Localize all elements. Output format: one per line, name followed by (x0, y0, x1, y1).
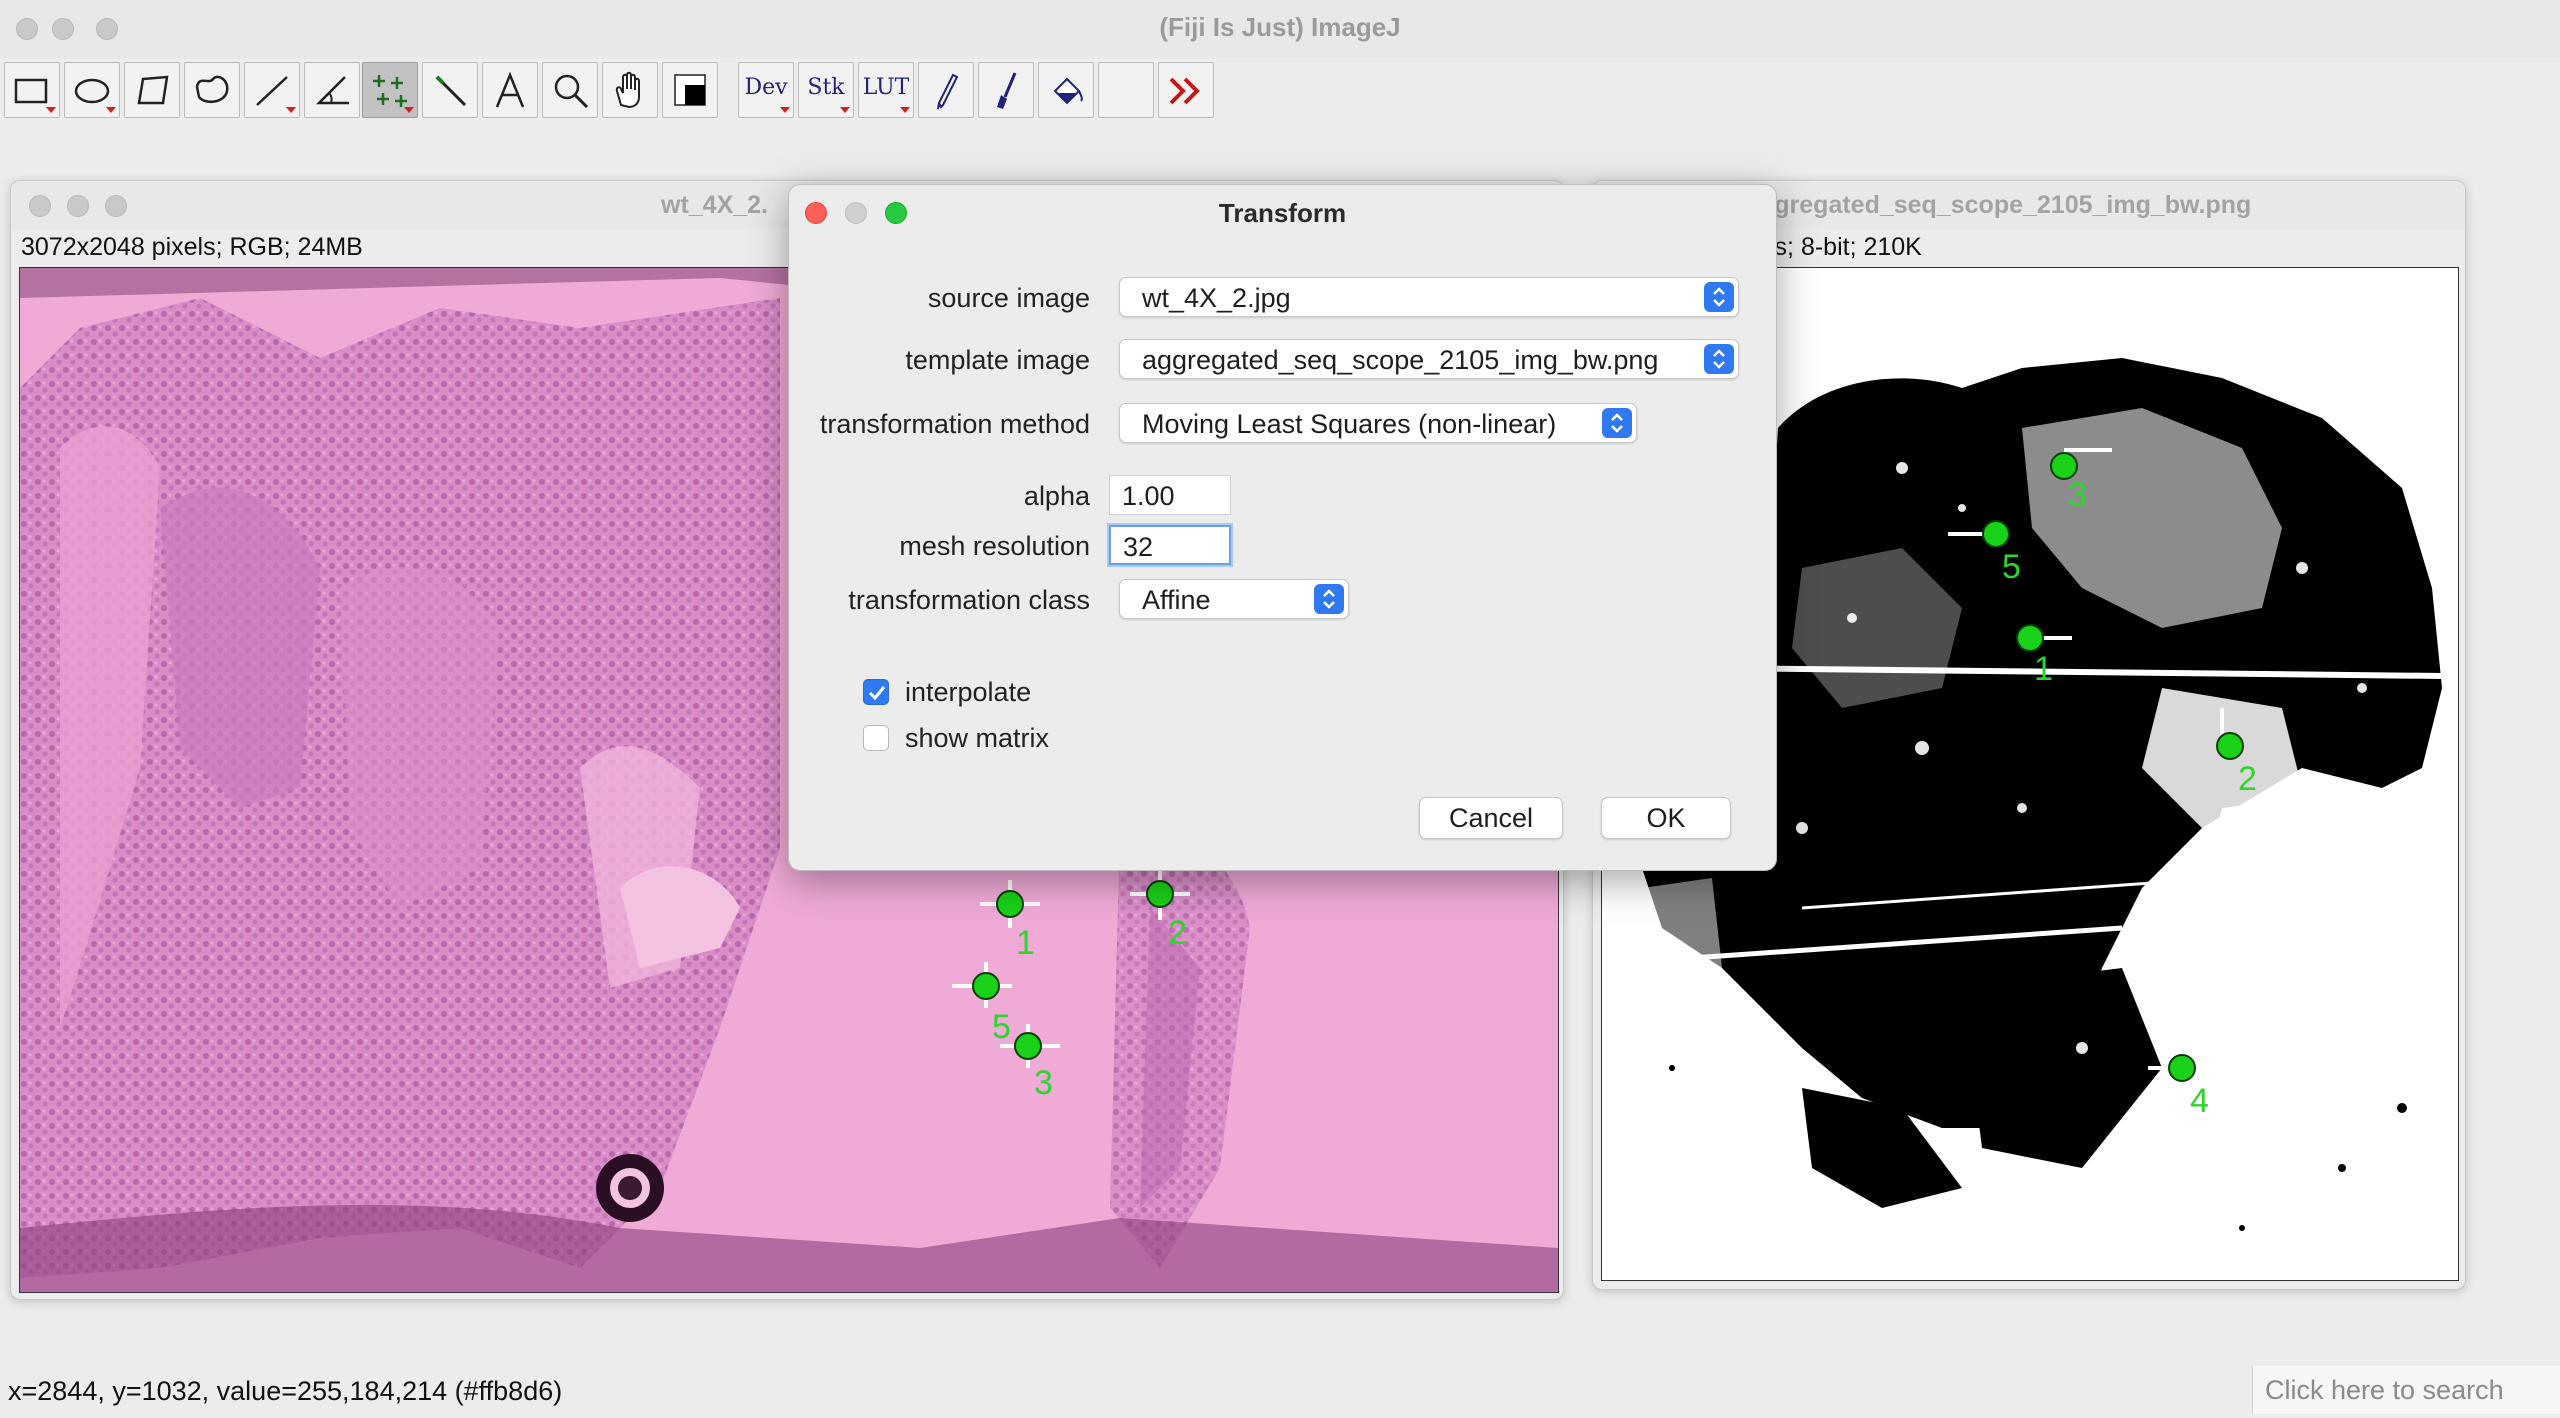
wand-tool-icon (435, 75, 467, 107)
right-marker-label-5: 5 (2002, 548, 2021, 586)
brush-tool-button[interactable] (978, 62, 1034, 118)
transformation-class-label: transformation class (848, 585, 1090, 615)
text-tool-button[interactable] (482, 62, 538, 118)
dialog-title: Transform (1218, 198, 1347, 228)
show-matrix-label: show matrix (905, 723, 1050, 753)
left-marker-label-1: 1 (1016, 924, 1035, 962)
blank-tool-slot[interactable] (1098, 62, 1154, 118)
right-marker-label-2: 2 (2238, 760, 2257, 798)
color-picker-button[interactable] (662, 62, 718, 118)
ok-button[interactable]: OK (1601, 797, 1731, 839)
freehand-tool-button[interactable] (184, 62, 240, 118)
alpha-input[interactable]: 1.00 (1109, 475, 1231, 515)
template-image-label: template image (905, 345, 1090, 375)
polygon-tool-button[interactable] (124, 62, 180, 118)
wand-tool-button[interactable] (422, 62, 478, 118)
chevron-up-down-icon (1602, 408, 1632, 438)
brush-icon (997, 72, 1017, 109)
template-image-value: aggregated_seq_scope_2105_img_bw.png (1142, 345, 1659, 375)
toolbar: Dev Stk LUT (0, 58, 2560, 122)
polygon-selection-icon (137, 75, 169, 105)
more-tools-icon (1169, 77, 1200, 105)
flood-fill-icon (1053, 77, 1083, 105)
right-marker-label-1: 1 (2034, 650, 2053, 688)
template-image-select[interactable]: aggregated_seq_scope_2105_img_bw.png (1119, 339, 1739, 379)
transformation-class-value: Affine (1142, 585, 1211, 615)
transformation-method-select[interactable]: Moving Least Squares (non-linear) (1119, 403, 1637, 443)
flood-fill-tool-button[interactable] (1038, 62, 1094, 118)
right-marker-1 (2016, 624, 2044, 652)
search-placeholder: Click here to search (2265, 1375, 2504, 1405)
status-bar: x=2844, y=1032, value=255,184,214 (#ffb8… (0, 1362, 2560, 1418)
status-text: x=2844, y=1032, value=255,184,214 (#ffb8… (8, 1376, 563, 1406)
dialog-titlebar: Transform (789, 185, 1776, 241)
lut-menu-button[interactable]: LUT (858, 62, 914, 118)
magnifier-icon (554, 74, 589, 109)
multipoint-tool-button[interactable] (362, 62, 418, 118)
transform-dialog[interactable]: Transform source image wt_4X_2.jpg templ… (788, 184, 1777, 871)
hand-tool-icon (615, 71, 640, 109)
chevron-up-down-icon (1704, 344, 1734, 374)
right-marker-4 (2168, 1054, 2196, 1082)
stk-menu-button[interactable]: Stk (798, 62, 854, 118)
transformation-method-value: Moving Least Squares (non-linear) (1142, 409, 1557, 439)
app-title: (Fiji Is Just) ImageJ (1159, 12, 1401, 42)
right-image-info: ls; 8-bit; 210K (1769, 233, 1922, 261)
transformation-class-select[interactable]: Affine (1119, 579, 1349, 619)
chevron-up-down-icon (1704, 282, 1734, 312)
search-box[interactable]: Click here to search (2252, 1366, 2560, 1414)
alpha-value: 1.00 (1122, 481, 1175, 511)
rectangle-tool-button[interactable] (4, 62, 60, 118)
dev-menu-label: Dev (744, 75, 788, 100)
oval-tool-button[interactable] (64, 62, 120, 118)
dev-menu-button[interactable]: Dev (738, 62, 794, 118)
mesh-resolution-label: mesh resolution (899, 531, 1090, 561)
mesh-resolution-value: 32 (1123, 532, 1154, 562)
blank-slot-icon (1099, 63, 1155, 119)
left-marker-1 (996, 890, 1024, 918)
left-marker-label-2: 2 (1168, 914, 1187, 952)
pencil-tool-button[interactable] (918, 62, 974, 118)
left-marker-5 (972, 972, 1000, 1000)
left-marker-label-3: 3 (1034, 1064, 1053, 1102)
left-marker-2 (1146, 880, 1174, 908)
angle-tool-button[interactable] (304, 62, 360, 118)
interpolate-label: interpolate (905, 677, 1032, 707)
right-window-title: ggregated_seq_scope_2105_img_bw.png (1759, 191, 2252, 219)
interpolate-checkbox[interactable] (863, 679, 889, 705)
source-image-label: source image (927, 283, 1090, 313)
alpha-label: alpha (1023, 481, 1090, 511)
left-image-info: 3072x2048 pixels; RGB; 24MB (21, 233, 363, 261)
text-tool-icon (495, 71, 525, 108)
show-matrix-checkbox[interactable] (863, 725, 889, 751)
pencil-icon (937, 73, 959, 110)
source-image-select[interactable]: wt_4X_2.jpg (1119, 277, 1739, 317)
color-picker-icon (674, 74, 706, 106)
right-marker-label-3: 3 (2068, 476, 2087, 514)
freehand-selection-icon (195, 75, 229, 104)
mesh-resolution-input[interactable]: 32 (1109, 525, 1231, 565)
transformation-method-label: transformation method (819, 409, 1090, 439)
main-window-titlebar: (Fiji Is Just) ImageJ (0, 0, 2560, 59)
left-close-button[interactable] (29, 195, 51, 217)
checkmark-icon (868, 686, 886, 701)
hand-tool-button[interactable] (602, 62, 658, 118)
left-zoom-button[interactable] (105, 195, 127, 217)
stk-menu-label: Stk (807, 75, 845, 100)
left-marker-3 (1014, 1032, 1042, 1060)
right-marker-label-4: 4 (2190, 1082, 2209, 1120)
lut-menu-label: LUT (862, 75, 910, 100)
source-image-value: wt_4X_2.jpg (1142, 283, 1291, 313)
left-window-title: wt_4X_2. (661, 191, 769, 219)
left-minimize-button[interactable] (67, 195, 89, 217)
right-marker-2 (2216, 732, 2244, 760)
angle-tool-icon (315, 76, 349, 105)
chevron-up-down-icon (1314, 584, 1344, 614)
left-marker-label-5: 5 (992, 1008, 1011, 1046)
right-marker-5 (1982, 520, 2010, 548)
more-tools-button[interactable] (1158, 62, 1214, 118)
cancel-button[interactable]: Cancel (1419, 797, 1563, 839)
line-tool-button[interactable] (244, 62, 300, 118)
magnifier-tool-button[interactable] (542, 62, 598, 118)
